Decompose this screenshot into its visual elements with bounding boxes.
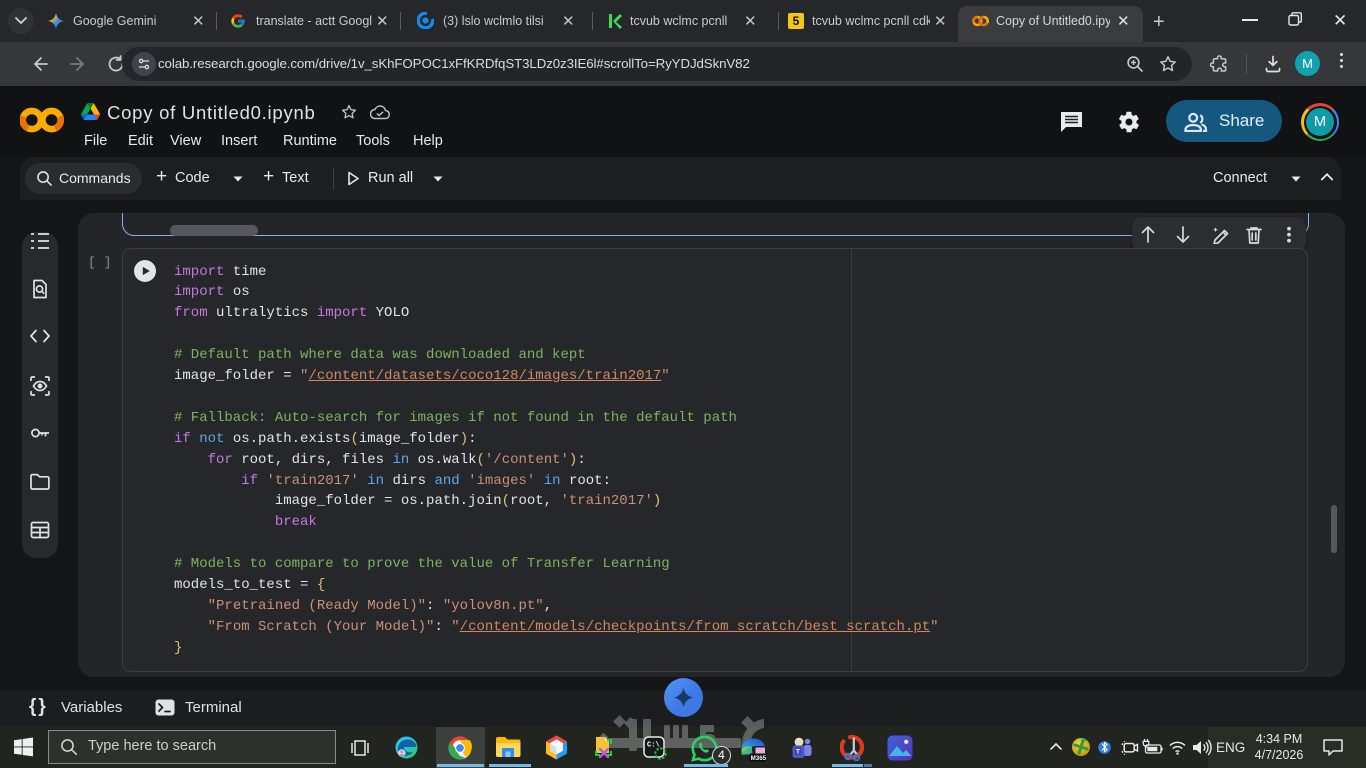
svg-text:T: T (796, 749, 800, 756)
svg-text:M365: M365 (751, 755, 767, 762)
